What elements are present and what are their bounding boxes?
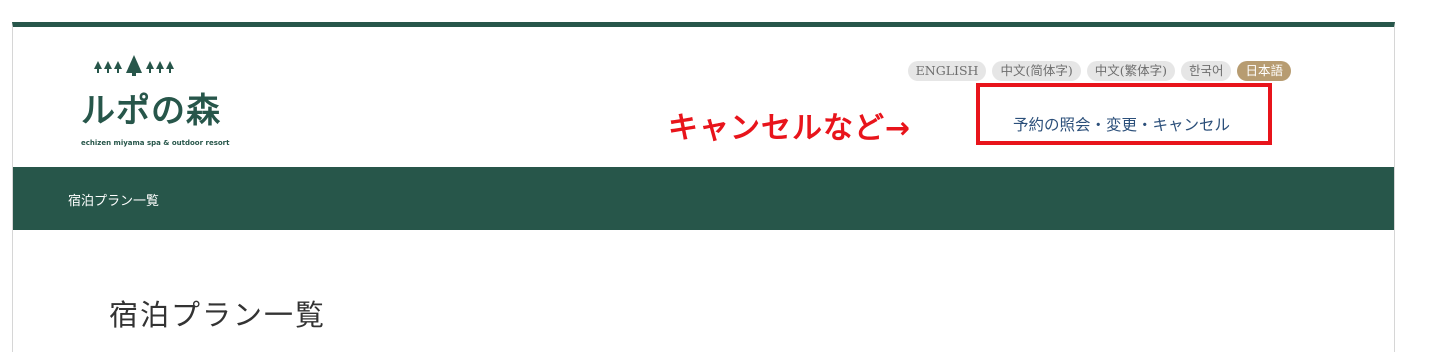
nav-bar: 宿泊プラン一覧 (13, 167, 1394, 230)
annotation-label: キャンセルなど→ (668, 111, 912, 146)
page-title: 宿泊プラン一覧 (109, 298, 327, 332)
reservation-manage-link[interactable]: 予約の照会・変更・キャンセル (1013, 113, 1230, 135)
breadcrumb[interactable]: 宿泊プラン一覧 (68, 190, 159, 209)
logo-wordmark: ルポの森 (81, 91, 221, 131)
lang-chinese-traditional[interactable]: 中文(繁体字) (1086, 61, 1175, 81)
tree-icon (94, 55, 174, 76)
site-header: ルポの森 echizen miyama spa & outdoor resort… (13, 27, 1394, 167)
lang-japanese[interactable]: 日本語 (1237, 61, 1291, 81)
lang-english[interactable]: ENGLISH (907, 61, 987, 81)
lang-chinese-simplified[interactable]: 中文(简体字) (992, 61, 1081, 81)
language-switcher: ENGLISH 中文(简体字) 中文(繁体字) 한국어 日本語 (907, 61, 1291, 81)
page-frame: ルポの森 echizen miyama spa & outdoor resort… (12, 22, 1395, 352)
site-logo[interactable]: ルポの森 echizen miyama spa & outdoor resort (81, 55, 261, 155)
lang-korean[interactable]: 한국어 (1180, 61, 1232, 81)
logo-tagline: echizen miyama spa & outdoor resort (81, 139, 230, 147)
